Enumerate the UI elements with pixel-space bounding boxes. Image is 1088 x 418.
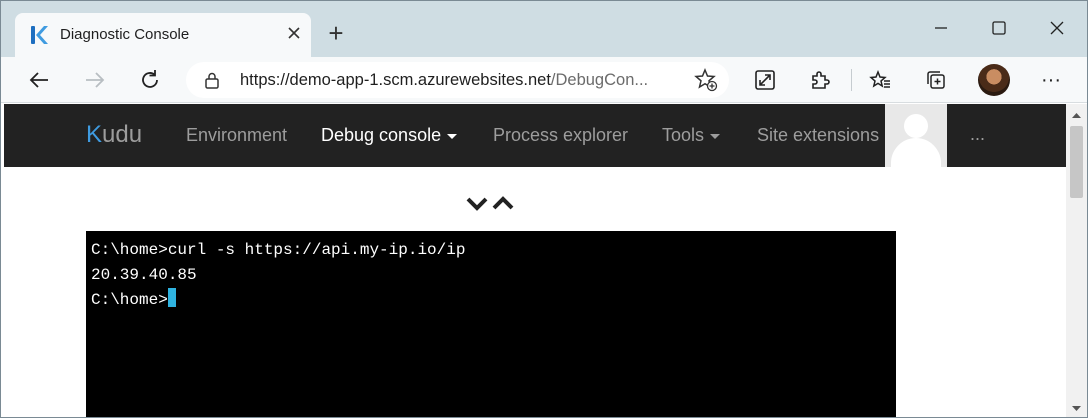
tab-strip: Diagnostic Console + [1,1,1087,57]
console-line-output: 20.39.40.85 [91,266,197,284]
new-tab-button[interactable]: + [323,20,349,47]
browser-window: Diagnostic Console + https://demo-app-1.… [0,0,1088,418]
scroll-down-icon[interactable] [1066,402,1087,414]
nav-process-explorer[interactable]: Process explorer [493,125,628,146]
add-favorite-icon[interactable] [694,68,718,92]
nav-tools[interactable]: Tools [662,125,721,146]
nav-environment[interactable]: Environment [186,125,287,146]
more-icon[interactable]: ··· [1035,64,1067,96]
console-prompt-line[interactable]: C:\home> [91,288,896,313]
profile-avatar[interactable] [978,64,1010,96]
url-host: https://demo-app-1.scm.azurewebsites.net [240,71,551,89]
console-cursor [167,288,176,307]
kudu-logo-text: udu [102,121,143,148]
caret-down-icon [710,133,721,139]
window-close-icon[interactable] [1042,15,1072,45]
favorites-icon[interactable] [864,64,896,96]
refresh-icon[interactable] [134,64,166,96]
extensions-icon[interactable] [804,64,836,96]
chevron-down-up-icon [466,196,514,211]
address-bar[interactable]: https://demo-app-1.scm.azurewebsites.net… [186,62,729,98]
immersive-reader-icon[interactable] [749,64,781,96]
scroll-up-icon[interactable] [1066,108,1087,120]
nav-more[interactable]: ... [970,124,985,145]
close-tab-icon[interactable] [283,22,305,46]
browser-toolbar: https://demo-app-1.scm.azurewebsites.net… [1,57,1087,103]
nav-site-extensions[interactable]: Site extensions [757,125,879,146]
nav-debug-console[interactable]: Debug console [321,125,458,146]
kudu-favicon-icon [29,24,49,46]
user-avatar-head [904,114,928,138]
minimize-icon[interactable] [926,15,956,45]
lock-icon[interactable] [203,71,221,89]
kudu-logo-k: K [86,121,103,148]
maximize-icon[interactable] [984,15,1014,45]
kudu-logo[interactable]: Kudu [86,121,142,149]
console-line-command: C:\home>curl -s https://api.my-ip.io/ip [91,241,466,259]
tab-diagnostic-console[interactable]: Diagnostic Console [15,13,311,57]
forward-icon[interactable] [79,64,111,96]
console-resize-handle[interactable] [466,194,518,212]
kudu-navbar: Kudu Environment Debug console Process e… [4,104,1066,167]
tab-title: Diagnostic Console [60,26,190,43]
nav-debug-console-label: Debug console [321,125,442,145]
caret-down-icon [447,133,458,139]
vertical-scrollbar[interactable] [1066,104,1087,417]
scroll-thumb[interactable] [1070,126,1083,198]
user-avatar-body [891,138,941,167]
console-prompt: C:\home> [91,291,168,309]
user-avatar[interactable] [885,104,947,167]
collections-icon[interactable] [920,64,952,96]
back-icon[interactable] [23,64,55,96]
kudu-page: Kudu Environment Debug console Process e… [4,104,1066,417]
url-text: https://demo-app-1.scm.azurewebsites.net… [240,71,680,90]
debug-console[interactable]: C:\home>curl -s https://api.my-ip.io/ip … [86,231,896,417]
toolbar-divider [851,69,852,91]
nav-tools-label: Tools [662,125,705,145]
url-path: /DebugCon... [550,71,649,89]
